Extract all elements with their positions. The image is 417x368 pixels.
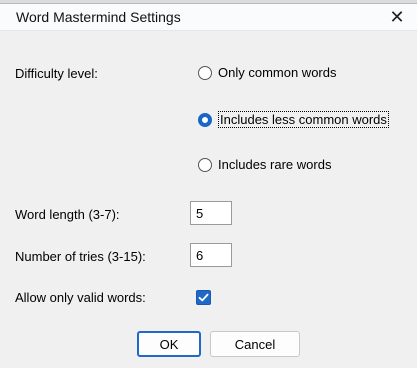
valid-words-checkbox[interactable]: [196, 290, 211, 305]
radio-label: Includes less common words: [218, 111, 389, 128]
radio-circle: [198, 65, 212, 80]
title-bar: Word Mastermind Settings ✕: [0, 0, 417, 31]
word-length-field[interactable]: [190, 201, 232, 225]
valid-words-label: Allow only valid words:: [15, 290, 146, 305]
window-top-edge: [0, 0, 417, 4]
radio-label: Includes rare words: [218, 157, 332, 172]
window-title: Word Mastermind Settings: [16, 9, 181, 25]
radio-rare[interactable]: Includes rare words: [198, 157, 331, 172]
radio-less-common[interactable]: Includes less common words: [198, 111, 389, 128]
radio-only-common[interactable]: Only common words: [198, 65, 336, 80]
radio-circle-selected: [198, 112, 212, 127]
cancel-button[interactable]: Cancel: [210, 331, 300, 357]
tries-field[interactable]: [190, 243, 232, 267]
tries-input[interactable]: [196, 244, 226, 266]
checkmark-icon: [198, 293, 209, 302]
ok-button[interactable]: OK: [137, 331, 201, 357]
tries-label: Number of tries (3-15):: [15, 249, 146, 264]
close-icon[interactable]: ✕: [382, 5, 412, 29]
radio-circle: [198, 157, 212, 172]
word-length-label: Word length (3-7):: [15, 207, 120, 222]
word-length-input[interactable]: [196, 202, 226, 224]
radio-label: Only common words: [218, 65, 337, 80]
difficulty-label: Difficulty level:: [15, 66, 98, 81]
